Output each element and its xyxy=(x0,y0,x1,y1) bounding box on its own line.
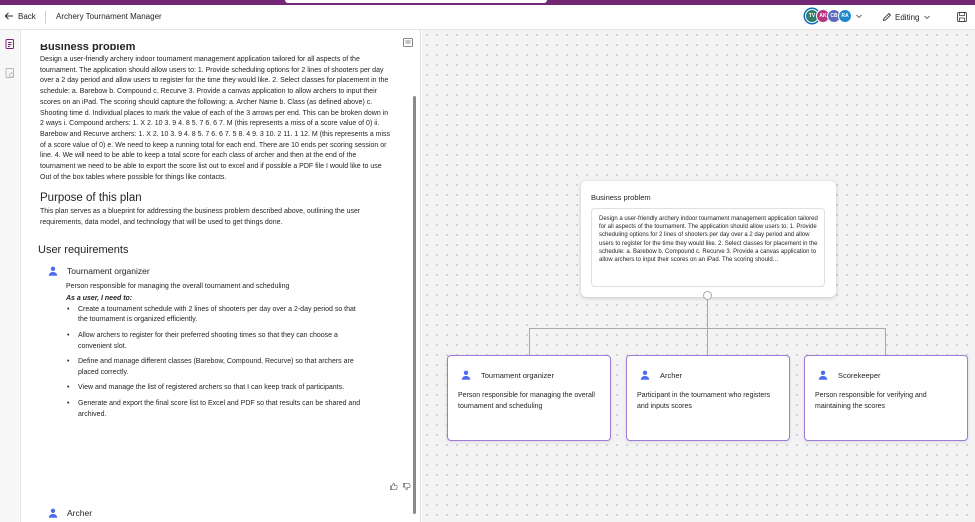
card-text: Design a user-friendly archery indoor to… xyxy=(599,216,818,264)
app-title: Archery Tournament Manager xyxy=(56,12,162,21)
connector-line xyxy=(707,297,708,328)
purpose-heading: Purpose of this plan xyxy=(40,192,142,205)
card-title: Business problem xyxy=(591,193,651,202)
thumbs-up-icon[interactable] xyxy=(389,482,398,491)
document-content: Business problem Design a user-friendly … xyxy=(38,44,392,425)
document-scrollbar[interactable] xyxy=(413,96,416,514)
persona-header: Tournament organizer xyxy=(47,265,392,277)
business-problem-text: Design a user-friendly archery indoor to… xyxy=(40,56,391,181)
left-rail xyxy=(0,30,21,522)
needs-label: As a user, I need to: xyxy=(66,294,133,302)
accent-notch xyxy=(285,0,547,3)
purpose-text: This plan serves as a blueprint for addr… xyxy=(40,208,361,227)
top-bar: Back Archery Tournament Manager TV AK CB… xyxy=(0,5,975,30)
thumbs-down-icon[interactable] xyxy=(402,482,411,491)
connector-line xyxy=(885,328,886,355)
person-icon xyxy=(640,370,650,380)
person-icon xyxy=(48,508,58,518)
connector-handle[interactable] xyxy=(703,291,712,300)
avatar[interactable]: RA xyxy=(838,9,852,23)
save-icon[interactable] xyxy=(956,11,968,23)
persona-card-scorekeeper[interactable]: Scorekeeper Person responsible for verif… xyxy=(804,355,968,441)
editing-mode-button[interactable]: Editing xyxy=(882,12,932,22)
chevron-down-icon[interactable] xyxy=(855,12,863,20)
collaborator-avatars[interactable]: TV AK CB RA xyxy=(805,9,863,23)
persona-card-tournament-organizer[interactable]: Tournament organizer Person responsible … xyxy=(447,355,611,441)
list-item: Generate and export the final score list… xyxy=(66,399,364,420)
persona-description: Person responsible for managing the over… xyxy=(66,282,290,290)
list-item: View and manage the list of registered a… xyxy=(66,383,364,394)
back-label: Back xyxy=(18,11,36,21)
persona-card-title: Archer xyxy=(660,370,683,380)
persona-card-title: Scorekeeper xyxy=(838,370,881,380)
pencil-icon xyxy=(882,12,892,22)
business-problem-heading: Business problem xyxy=(40,44,136,52)
back-button[interactable]: Back xyxy=(4,11,36,21)
list-item: Create a tournament schedule with 2 line… xyxy=(66,305,364,326)
editing-label: Editing xyxy=(895,12,920,22)
header-divider xyxy=(45,11,46,24)
plan-document-pane: Business problem Design a user-friendly … xyxy=(22,30,421,522)
list-item: Define and manage different classes (Bar… xyxy=(66,357,364,378)
persona-header: Archer xyxy=(47,507,92,519)
persona-card-title: Tournament organizer xyxy=(481,370,554,380)
persona-card-header: Archer xyxy=(639,369,682,381)
persona-card-header: Tournament organizer xyxy=(460,369,554,381)
business-problem-textbox: Design a user-friendly archery indoor to… xyxy=(591,208,825,287)
persona-card-archer[interactable]: Archer Participant in the tournament who… xyxy=(626,355,790,441)
plan-document-icon[interactable] xyxy=(4,38,16,50)
feedback-buttons xyxy=(389,482,411,491)
data-model-icon[interactable] xyxy=(4,67,16,79)
user-requirements-heading: User requirements xyxy=(38,243,129,256)
persona-card-description: Participant in the tournament who regist… xyxy=(637,392,771,410)
persona-card-description: Person responsible for managing the over… xyxy=(458,392,595,410)
needs-list: Create a tournament schedule with 2 line… xyxy=(66,305,392,420)
chevron-down-icon xyxy=(924,15,931,20)
business-problem-card[interactable]: Business problem Design a user-friendly … xyxy=(581,181,836,297)
arrow-left-icon xyxy=(4,12,13,20)
person-icon xyxy=(48,266,58,276)
persona-name: Archer xyxy=(67,508,93,518)
connector-line xyxy=(707,328,708,355)
persona-name: Tournament organizer xyxy=(67,265,150,276)
persona-card-header: Scorekeeper xyxy=(817,369,881,381)
panel-toggle-icon[interactable] xyxy=(403,38,413,47)
person-icon xyxy=(818,370,828,380)
persona-card-description: Person responsible for verifying and mai… xyxy=(815,392,927,410)
connector-line xyxy=(529,328,530,355)
list-item: Allow archers to register for their pref… xyxy=(66,331,364,352)
person-icon xyxy=(461,370,471,380)
